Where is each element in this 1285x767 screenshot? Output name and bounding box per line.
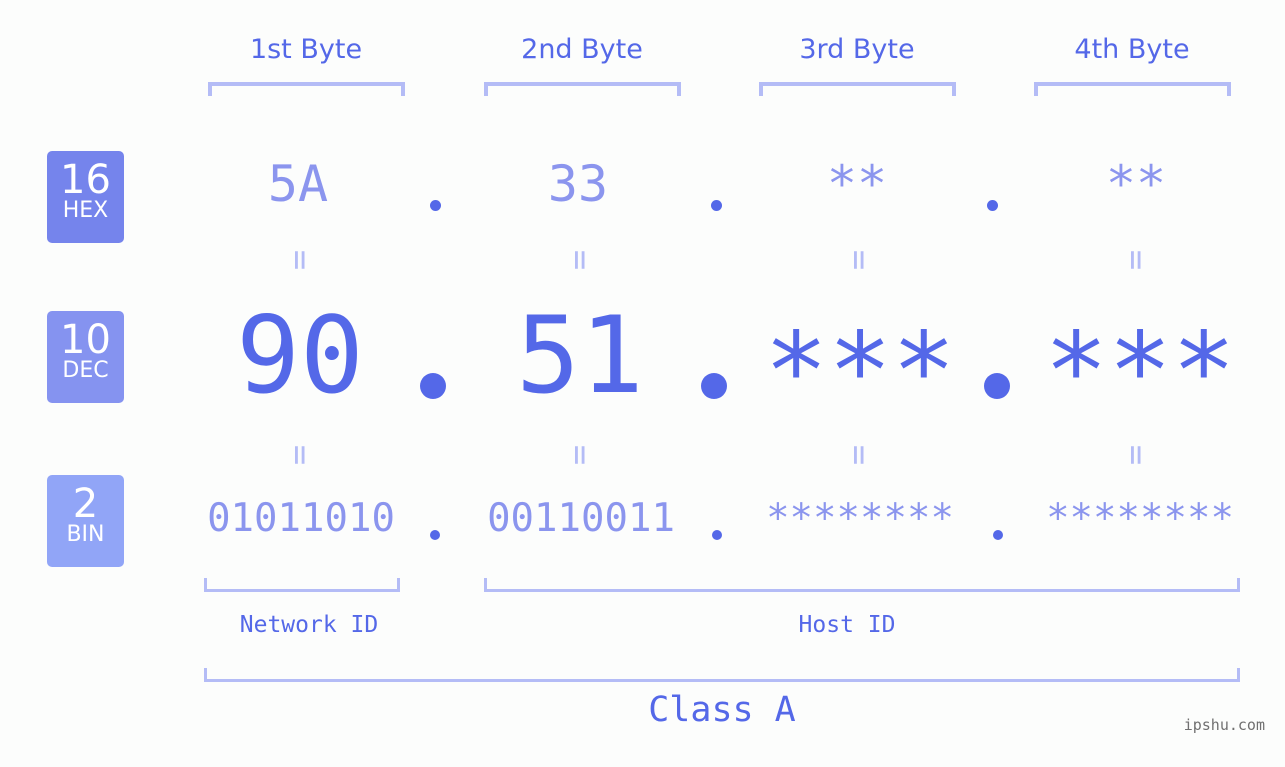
hex-value-3: ** — [826, 155, 888, 213]
bin-badge: 2 BIN — [47, 475, 124, 567]
equals-sign: = — [560, 444, 600, 466]
bin-value-4: ******** — [1046, 496, 1234, 541]
byte-header-3: 3rd Byte — [799, 34, 915, 65]
equals-sign: = — [1116, 444, 1156, 466]
dec-separator-dot — [701, 373, 727, 399]
hex-separator-dot — [430, 200, 441, 211]
byte-header-2: 2nd Byte — [521, 34, 643, 65]
byte-header-1: 1st Byte — [249, 34, 363, 65]
hex-value-1: 5A — [267, 155, 329, 213]
host-id-label: Host ID — [798, 612, 896, 638]
network-id-label: Network ID — [239, 612, 379, 638]
hex-value-2: 33 — [547, 155, 609, 213]
bin-separator-dot — [993, 530, 1003, 540]
bin-separator-dot — [712, 530, 722, 540]
dec-separator-dot — [420, 373, 446, 399]
host-id-bracket — [484, 578, 1240, 592]
equals-sign: = — [280, 444, 320, 466]
equals-sign: = — [839, 249, 879, 271]
dec-value-2: 51 — [516, 294, 644, 417]
bin-value-1: 01011010 — [207, 496, 395, 541]
watermark: ipshu.com — [1183, 716, 1265, 734]
bin-badge-base: 2 — [72, 481, 99, 527]
equals-sign: = — [280, 249, 320, 271]
hex-badge: 16 HEX — [47, 151, 124, 243]
equals-sign: = — [839, 444, 879, 466]
byte-bracket-4 — [1034, 82, 1231, 96]
byte-bracket-2 — [484, 82, 681, 96]
byte-bracket-3 — [759, 82, 956, 96]
class-bracket — [204, 668, 1240, 682]
dec-value-4: *** — [1044, 310, 1236, 433]
hex-badge-label: HEX — [62, 198, 109, 223]
dec-value-1: 90 — [236, 294, 364, 417]
dec-badge: 10 DEC — [47, 311, 124, 403]
dec-badge-base: 10 — [60, 317, 111, 363]
dec-separator-dot — [984, 373, 1010, 399]
hex-badge-base: 16 — [60, 157, 111, 203]
hex-separator-dot — [711, 200, 722, 211]
equals-sign: = — [560, 249, 600, 271]
bin-value-2: 00110011 — [487, 496, 675, 541]
hex-separator-dot — [987, 200, 998, 211]
bin-value-3: ******** — [766, 496, 954, 541]
byte-header-4: 4th Byte — [1074, 34, 1190, 65]
dec-badge-label: DEC — [62, 358, 109, 383]
network-id-bracket — [204, 578, 400, 592]
dec-value-3: *** — [764, 310, 956, 433]
equals-sign: = — [1116, 249, 1156, 271]
hex-value-4: ** — [1105, 155, 1167, 213]
byte-bracket-1 — [208, 82, 405, 96]
class-label: Class A — [648, 690, 796, 730]
bin-separator-dot — [430, 530, 440, 540]
bin-badge-label: BIN — [66, 522, 105, 547]
